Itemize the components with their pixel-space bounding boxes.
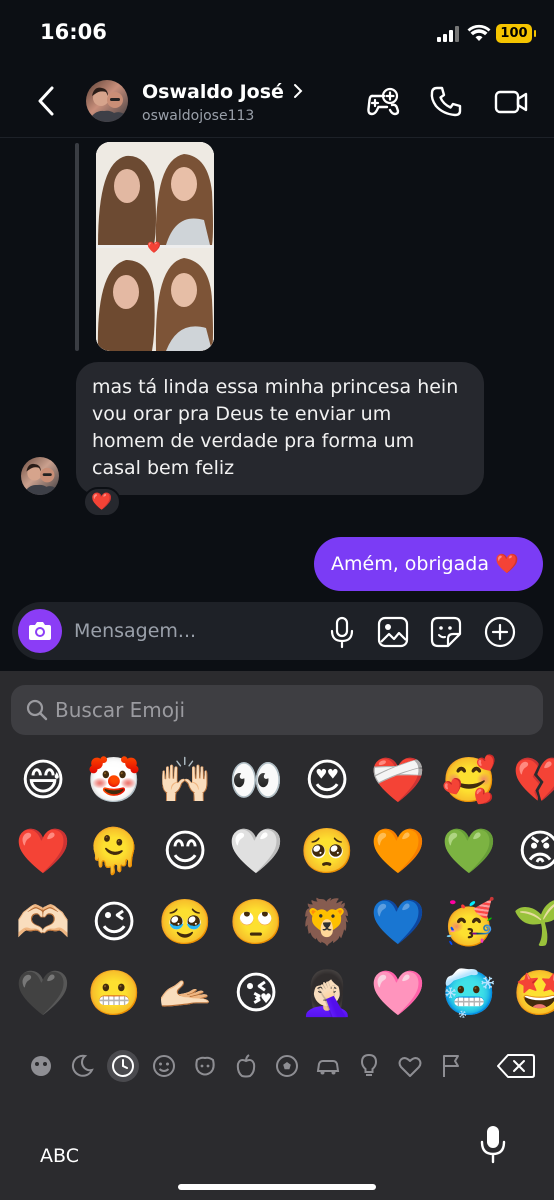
battery-indicator: 100: [496, 24, 536, 43]
message-reaction[interactable]: ❤️: [83, 487, 121, 517]
emoji-key[interactable]: 🫶🏻: [13, 893, 73, 953]
microphone-icon[interactable]: [325, 615, 359, 649]
home-indicator: [178, 1184, 376, 1190]
emoji-key[interactable]: 🥳: [439, 893, 499, 953]
message-composer: [12, 602, 543, 660]
emoji-search-input[interactable]: [55, 692, 525, 728]
emoji-key[interactable]: 🦁: [297, 893, 357, 953]
back-icon[interactable]: [32, 84, 62, 118]
emoji-key[interactable]: 😅: [13, 751, 73, 811]
emoji-key[interactable]: 🫠: [84, 822, 144, 882]
search-icon: [26, 699, 48, 721]
emoji-key[interactable]: 🤩: [510, 964, 554, 1024]
emoji-key[interactable]: 😘: [226, 964, 286, 1024]
emoji-key[interactable]: ❤️: [13, 822, 73, 882]
contact-username: oswaldojose113: [142, 108, 255, 124]
camera-button[interactable]: [18, 609, 62, 653]
emoji-search[interactable]: [11, 685, 543, 735]
message-input[interactable]: [74, 611, 314, 651]
emoji-key[interactable]: 🥰: [439, 751, 499, 811]
food-icon[interactable]: [230, 1050, 262, 1082]
abc-key[interactable]: ABC: [40, 1145, 79, 1167]
emoji-key[interactable]: 😬: [84, 964, 144, 1024]
emoji-key[interactable]: 🥺: [297, 822, 357, 882]
recent-icon[interactable]: [107, 1050, 139, 1082]
dictation-microphone-icon[interactable]: [478, 1124, 508, 1164]
emoji-key[interactable]: 💚: [439, 822, 499, 882]
emoji-grid: 😅 🤡 🙌🏻 👀 😍 ❤️‍🩹 🥰 💔 ❤️ 🫠 😊 🤍 🥺 🧡 💚 😡 🫶🏻 😉 🥹 🙄 🦁 💙 🥳 🌱 🖤 😬 🫴🏻 😘 🤦🏻‍♀️…: [0, 751, 554, 1031]
camera-icon: [29, 622, 51, 640]
signal-icon: [437, 26, 459, 42]
photo-frame-bottom: [96, 248, 214, 351]
reply-indicator: [75, 143, 79, 351]
emoji-key[interactable]: 🫴🏻: [155, 964, 215, 1024]
flag-icon[interactable]: [435, 1050, 467, 1082]
phone-icon[interactable]: [428, 84, 464, 120]
shared-photo[interactable]: ❤️: [96, 142, 214, 351]
status-bar: 16:06 100: [0, 0, 554, 64]
travel-icon[interactable]: [312, 1050, 344, 1082]
incoming-message-bubble[interactable]: mas tá linda essa minha princesa hein vo…: [76, 362, 484, 495]
chat-header: Oswaldo José oswaldojose113: [0, 64, 554, 138]
emoji-key[interactable]: 🙄: [226, 893, 286, 953]
emoji-key[interactable]: 🙌🏻: [155, 751, 215, 811]
sports-icon[interactable]: [271, 1050, 303, 1082]
moon-icon[interactable]: [66, 1050, 98, 1082]
smileys-icon[interactable]: [25, 1050, 57, 1082]
emoji-key[interactable]: 😉: [84, 893, 144, 953]
sticker-icon[interactable]: [429, 615, 463, 649]
emoji-key[interactable]: 😊: [155, 822, 215, 882]
emoji-key[interactable]: 🩷: [368, 964, 428, 1024]
emoji-keyboard: 😅🤡🙌🏻👀😍❤️‍🩹🥰💔 ❤️🫠😊🤍🥺🧡💚😡 🫶🏻😉🥹🙄🦁💙🥳🌱 🖤😬🫴🏻😘🤦🏻‍♀️…: [0, 671, 554, 1200]
emoji-key[interactable]: 🌱: [510, 893, 554, 953]
emoji-key[interactable]: 🤡: [84, 751, 144, 811]
emoji-key[interactable]: 🖤: [13, 964, 73, 1024]
avatar[interactable]: [21, 457, 59, 495]
photo-heart: ❤️: [147, 241, 161, 254]
face-icon[interactable]: [148, 1050, 180, 1082]
wifi-icon: [467, 24, 491, 41]
emoji-key[interactable]: 💔: [510, 751, 554, 811]
games-icon[interactable]: [366, 84, 402, 120]
gallery-icon[interactable]: [376, 615, 410, 649]
photo-frame-top: [96, 142, 214, 245]
delete-icon[interactable]: [496, 1052, 536, 1080]
emoji-key[interactable]: ❤️‍🩹: [368, 751, 428, 811]
status-time: 16:06: [40, 20, 107, 44]
emoji-key[interactable]: 🤦🏻‍♀️: [297, 964, 357, 1024]
add-icon[interactable]: [483, 615, 517, 649]
emoji-key[interactable]: 👀: [226, 751, 286, 811]
emoji-key[interactable]: 😍: [297, 751, 357, 811]
objects-icon[interactable]: [353, 1050, 385, 1082]
contact-name[interactable]: Oswaldo José: [142, 81, 284, 103]
avatar[interactable]: [86, 80, 128, 122]
emoji-key[interactable]: 💙: [368, 893, 428, 953]
heart-icon[interactable]: [394, 1050, 426, 1082]
outgoing-message-bubble[interactable]: Amém, obrigada ❤️: [314, 537, 543, 591]
emoji-key[interactable]: 🥶: [439, 964, 499, 1024]
emoji-key[interactable]: 🤍: [226, 822, 286, 882]
emoji-key[interactable]: 😡: [510, 822, 554, 882]
video-icon[interactable]: [493, 84, 529, 120]
emoji-key[interactable]: 🥹: [155, 893, 215, 953]
chevron-right-icon[interactable]: [292, 80, 304, 102]
emoji-key[interactable]: 🧡: [368, 822, 428, 882]
animals-icon[interactable]: [189, 1050, 221, 1082]
emoji-category-bar: [0, 1044, 554, 1088]
